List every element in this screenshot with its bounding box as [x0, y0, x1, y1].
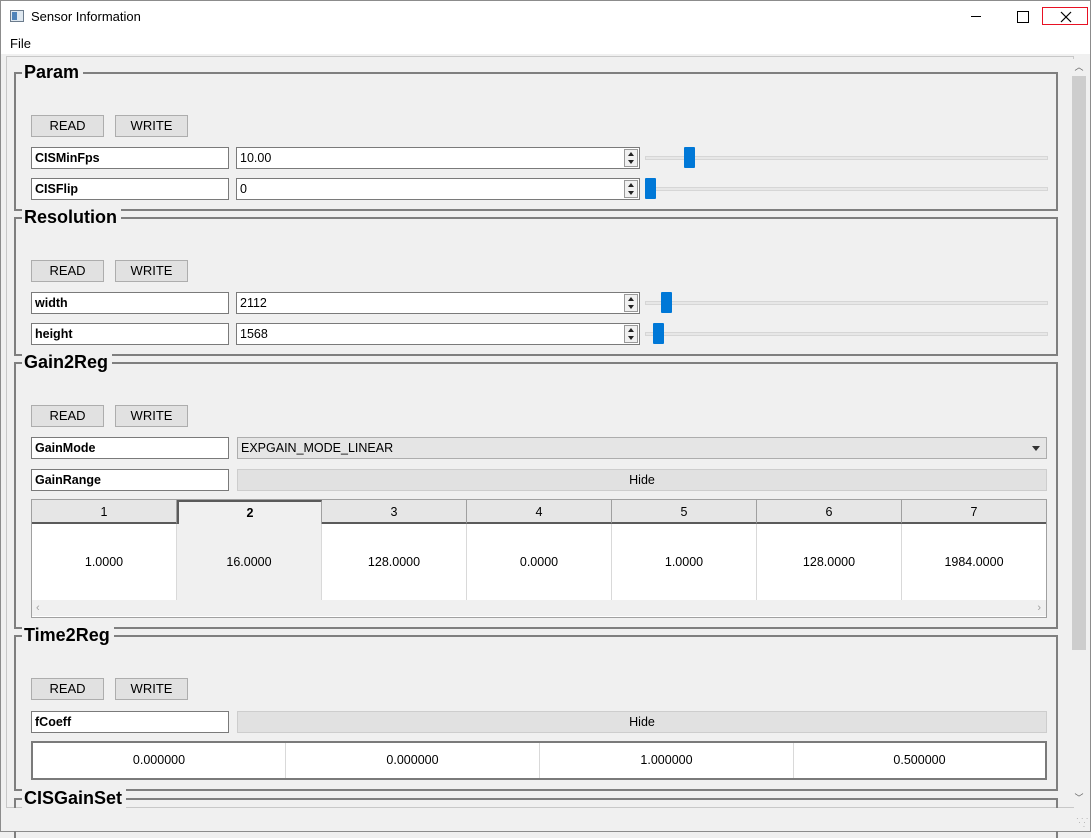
group-resolution: Resolution READ WRITE width 2112 height … — [14, 207, 1058, 356]
combo-value: EXPGAIN_MODE_LINEAR — [241, 441, 394, 455]
gain-mode-combobox[interactable]: EXPGAIN_MODE_LINEAR — [237, 437, 1047, 459]
spin-arrows-icon[interactable] — [624, 149, 638, 167]
table-header-cell[interactable]: 5 — [612, 500, 757, 524]
slider-handle[interactable] — [684, 147, 695, 168]
slider-track — [645, 156, 1048, 160]
param-value-spinbox[interactable]: 0 — [236, 178, 640, 200]
spinbox-value: 10.00 — [240, 151, 272, 165]
chevron-left-icon[interactable]: ‹ — [36, 601, 40, 616]
slider-track — [645, 187, 1048, 191]
fcoeff-hide-button[interactable]: Hide — [237, 711, 1047, 733]
slider-handle[interactable] — [645, 178, 656, 199]
resolution-read-button[interactable]: READ — [31, 260, 104, 282]
minimize-button[interactable] — [952, 1, 998, 31]
close-icon — [1060, 11, 1072, 23]
table-header-cell[interactable]: 1 — [32, 500, 177, 524]
scrollbar-thumb[interactable] — [1072, 76, 1086, 650]
window-title: Sensor Information — [31, 9, 141, 24]
table-cell[interactable]: 0.000000 — [33, 743, 286, 778]
param-name-field[interactable]: CISFlip — [31, 178, 229, 200]
table-cell[interactable]: 1984.0000 — [902, 524, 1046, 600]
group-title-resolution: Resolution — [22, 207, 121, 228]
sensor-information-window: Sensor Information File Param READ WRITE… — [0, 0, 1091, 838]
resize-grip-icon[interactable]: · · · · · · — [1076, 815, 1088, 831]
menu-file[interactable]: File — [10, 36, 31, 51]
resolution-slider[interactable] — [645, 292, 1048, 314]
group-title-param: Param — [22, 62, 84, 83]
table-cell[interactable]: 128.0000 — [322, 524, 467, 600]
table-horizontal-scrollbar[interactable]: ‹ › — [32, 600, 1046, 616]
gain2reg-read-button[interactable]: READ — [31, 405, 104, 427]
fcoeff-label[interactable]: fCoeff — [31, 711, 229, 733]
group-gain2reg: Gain2Reg READ WRITE GainMode EXPGAIN_MOD… — [14, 352, 1058, 629]
table-header-cell[interactable]: 2 — [177, 500, 322, 524]
table-cell[interactable]: 0.0000 — [467, 524, 612, 600]
resolution-slider[interactable] — [645, 323, 1048, 345]
group-title-gain2reg: Gain2Reg — [22, 352, 113, 373]
spinbox-value: 2112 — [240, 296, 267, 310]
gain2reg-write-button[interactable]: WRITE — [115, 405, 188, 427]
menu-bar: File — [1, 32, 1090, 54]
group-param: Param READ WRITE CISMinFps 10.00 CISFlip… — [14, 62, 1058, 211]
gain-range-table: 1 2 3 4 5 6 7 1.0000 16.0000 128.0000 0.… — [31, 499, 1047, 618]
fcoeff-table: 0.000000 0.000000 1.000000 0.500000 — [31, 741, 1047, 780]
table-cell[interactable]: 1.0000 — [612, 524, 757, 600]
gain-range-label[interactable]: GainRange — [31, 469, 229, 491]
app-icon — [10, 10, 24, 22]
slider-handle[interactable] — [653, 323, 664, 344]
chevron-right-icon[interactable]: › — [1037, 601, 1041, 616]
param-value-spinbox[interactable]: 10.00 — [236, 147, 640, 169]
table-cell[interactable]: 0.500000 — [794, 743, 1045, 778]
table-header-cell[interactable]: 3 — [322, 500, 467, 524]
table-cell[interactable]: 1.000000 — [540, 743, 794, 778]
table-cell[interactable]: 1.0000 — [32, 524, 177, 600]
spin-arrows-icon[interactable] — [624, 180, 638, 198]
vertical-scrollbar[interactable]: ︿ ﹀ — [1070, 59, 1088, 807]
gain-range-hide-button[interactable]: Hide — [237, 469, 1047, 491]
title-bar[interactable]: Sensor Information — [1, 1, 1090, 32]
slider-handle[interactable] — [661, 292, 672, 313]
param-slider[interactable] — [645, 178, 1048, 200]
table-header-cell[interactable]: 4 — [467, 500, 612, 524]
table-header-row: 1 2 3 4 5 6 7 — [32, 500, 1046, 524]
group-title-time2reg: Time2Reg — [22, 625, 114, 646]
gain-mode-label[interactable]: GainMode — [31, 437, 229, 459]
table-cell[interactable]: 16.0000 — [177, 524, 322, 600]
param-slider[interactable] — [645, 147, 1048, 169]
table-header-cell[interactable]: 7 — [902, 500, 1046, 524]
spinbox-value: 1568 — [240, 327, 268, 341]
resolution-value-spinbox[interactable]: 1568 — [236, 323, 640, 345]
chevron-down-icon[interactable]: ﹀ — [1070, 790, 1088, 807]
spin-arrows-icon[interactable] — [624, 325, 638, 343]
resolution-name-field[interactable]: width — [31, 292, 229, 314]
table-header-cell[interactable]: 6 — [757, 500, 902, 524]
resolution-name-field[interactable]: height — [31, 323, 229, 345]
slider-track — [645, 332, 1048, 336]
chevron-down-icon — [1032, 446, 1040, 451]
table-cell[interactable]: 0.000000 — [286, 743, 540, 778]
time2reg-read-button[interactable]: READ — [31, 678, 104, 700]
maximize-button[interactable] — [998, 1, 1044, 31]
param-read-button[interactable]: READ — [31, 115, 104, 137]
spin-arrows-icon[interactable] — [624, 294, 638, 312]
status-strip — [6, 808, 1074, 831]
group-title-cisgainset: CISGainSet — [22, 788, 127, 809]
resolution-write-button[interactable]: WRITE — [115, 260, 188, 282]
close-button[interactable] — [1042, 7, 1088, 25]
table-cell[interactable]: 128.0000 — [757, 524, 902, 600]
chevron-up-icon[interactable]: ︿ — [1070, 59, 1088, 76]
param-write-button[interactable]: WRITE — [115, 115, 188, 137]
spinbox-value: 0 — [240, 182, 247, 196]
group-time2reg: Time2Reg READ WRITE fCoeff Hide 0.000000… — [14, 625, 1058, 791]
param-name-field[interactable]: CISMinFps — [31, 147, 229, 169]
slider-track — [645, 301, 1048, 305]
resolution-value-spinbox[interactable]: 2112 — [236, 292, 640, 314]
time2reg-write-button[interactable]: WRITE — [115, 678, 188, 700]
